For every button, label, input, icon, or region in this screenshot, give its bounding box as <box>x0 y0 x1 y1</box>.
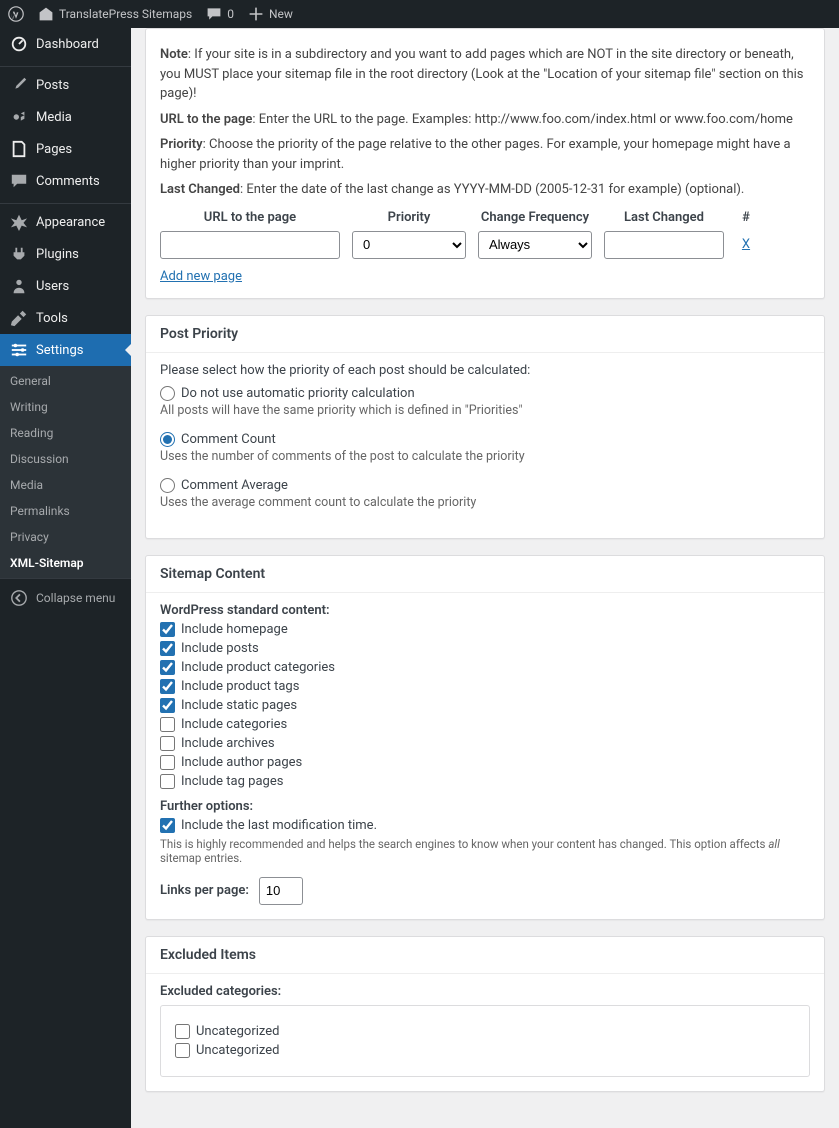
include-categories-checkbox[interactable] <box>160 717 175 732</box>
sub-general[interactable]: General <box>0 368 131 394</box>
excluded-items-title: Excluded Items <box>146 937 824 974</box>
note-text: Note: If your site is in a subdirectory … <box>160 45 810 104</box>
add-new-page-link[interactable]: Add new page <box>160 269 242 284</box>
include-author-pages-checkbox[interactable] <box>160 755 175 770</box>
std-content-label: WordPress standard content: <box>160 603 810 618</box>
excluded-categories-box: Uncategorized Uncategorized <box>160 1005 810 1077</box>
include-tag-pages-checkbox[interactable] <box>160 774 175 789</box>
include-product-tags-checkbox[interactable] <box>160 679 175 694</box>
sitemap-content-title: Sitemap Content <box>146 556 824 593</box>
pages-table-row: 0 Always X <box>160 231 810 259</box>
excluded-cat-2-checkbox[interactable] <box>175 1043 190 1058</box>
menu-posts[interactable]: Posts <box>0 69 131 101</box>
priority-help: Priority: Choose the priority of the pag… <box>160 135 810 174</box>
priority-none-radio[interactable] <box>160 386 175 401</box>
menu-users[interactable]: Users <box>0 270 131 302</box>
collapse-menu[interactable]: Collapse menu <box>0 578 131 617</box>
links-per-page-input[interactable] <box>259 877 303 905</box>
sitemap-content-card: Sitemap Content WordPress standard conte… <box>145 555 825 920</box>
include-product-categories-checkbox[interactable] <box>160 660 175 675</box>
page-priority-select[interactable]: 0 <box>352 231 466 259</box>
site-link[interactable]: TranslatePress Sitemaps <box>38 6 192 22</box>
excluded-items-card: Excluded Items Excluded categories: Unca… <box>145 936 825 1092</box>
sub-discussion[interactable]: Discussion <box>0 446 131 472</box>
sub-permalinks[interactable]: Permalinks <box>0 498 131 524</box>
links-per-page-label: Links per page: <box>160 883 249 898</box>
excluded-cat-1-checkbox[interactable] <box>175 1024 190 1039</box>
delete-page-link[interactable]: X <box>742 237 750 252</box>
page-url-input[interactable] <box>160 231 340 259</box>
include-posts-checkbox[interactable] <box>160 641 175 656</box>
menu-dashboard[interactable]: Dashboard <box>0 28 131 60</box>
pages-card: Note: If your site is in a subdirectory … <box>145 28 825 299</box>
include-homepage-checkbox[interactable] <box>160 622 175 637</box>
sub-writing[interactable]: Writing <box>0 394 131 420</box>
url-help: URL to the page: Enter the URL to the pa… <box>160 110 810 130</box>
pages-table-header: URL to the page Priority Change Frequenc… <box>160 210 810 225</box>
menu-media[interactable]: Media <box>0 101 131 133</box>
include-archives-checkbox[interactable] <box>160 736 175 751</box>
post-priority-intro: Please select how the priority of each p… <box>160 363 810 378</box>
page-freq-select[interactable]: Always <box>478 231 592 259</box>
menu-comments[interactable]: Comments <box>0 165 131 197</box>
admin-sidebar: Dashboard Posts Media Pages Comments App… <box>0 28 131 1128</box>
sub-reading[interactable]: Reading <box>0 420 131 446</box>
excluded-categories-label: Excluded categories: <box>160 984 810 999</box>
sub-privacy[interactable]: Privacy <box>0 524 131 550</box>
lastchanged-help: Last Changed: Enter the date of the last… <box>160 180 810 200</box>
post-priority-card: Post Priority Please select how the prio… <box>145 315 825 539</box>
menu-appearance[interactable]: Appearance <box>0 206 131 238</box>
wp-logo[interactable] <box>8 6 24 22</box>
priority-commentavg-radio[interactable] <box>160 478 175 493</box>
site-name: TranslatePress Sitemaps <box>59 7 192 21</box>
settings-submenu: General Writing Reading Discussion Media… <box>0 366 131 578</box>
menu-tools[interactable]: Tools <box>0 302 131 334</box>
page-lastchanged-input[interactable] <box>604 231 724 259</box>
priority-commentcount-radio[interactable] <box>160 432 175 447</box>
post-priority-title: Post Priority <box>146 316 824 353</box>
new-link[interactable]: New <box>248 6 293 22</box>
include-modtime-checkbox[interactable] <box>160 818 175 833</box>
further-options-label: Further options: <box>160 799 810 814</box>
main-content: Note: If your site is in a subdirectory … <box>131 28 839 1128</box>
comments-link[interactable]: 0 <box>206 6 234 22</box>
include-static-pages-checkbox[interactable] <box>160 698 175 713</box>
admin-toolbar: TranslatePress Sitemaps 0 New <box>0 0 839 28</box>
menu-plugins[interactable]: Plugins <box>0 238 131 270</box>
menu-pages[interactable]: Pages <box>0 133 131 165</box>
sub-media[interactable]: Media <box>0 472 131 498</box>
menu-settings[interactable]: Settings <box>0 334 131 366</box>
sub-xml-sitemap[interactable]: XML-Sitemap <box>0 550 131 576</box>
modtime-help: This is highly recommended and helps the… <box>160 837 810 865</box>
